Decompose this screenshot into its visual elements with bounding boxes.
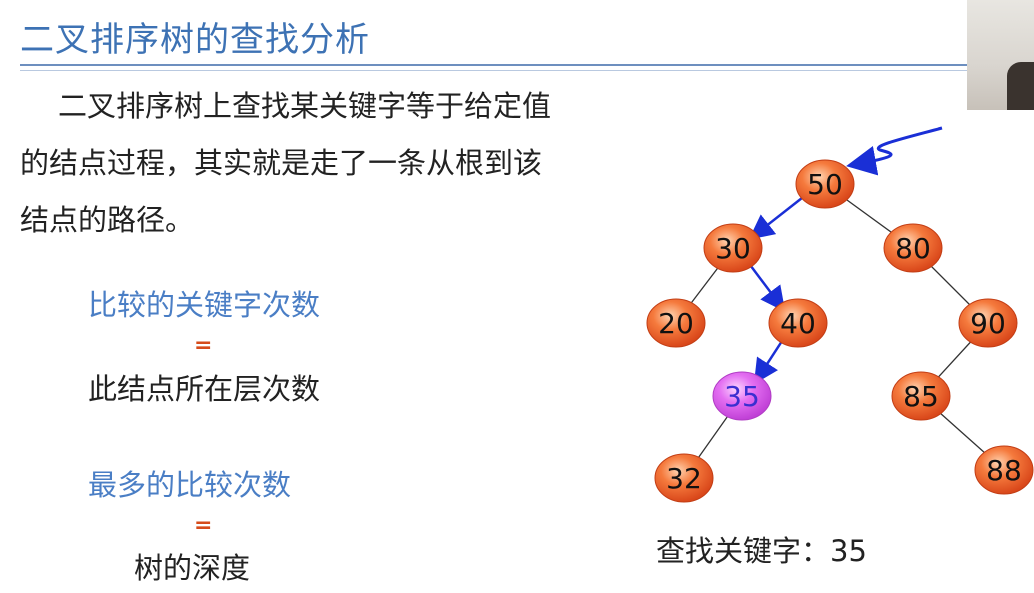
tree-node-30: 30	[703, 223, 763, 273]
tree-node-32: 32	[654, 453, 714, 503]
tree-node-label: 35	[724, 380, 760, 413]
search-start-arrow	[846, 126, 943, 176]
tree-node-88: 88	[974, 445, 1034, 495]
tree-node-40: 40	[768, 298, 828, 348]
tree-node-85: 85	[891, 371, 951, 421]
tree-node-label: 32	[666, 462, 702, 495]
binary-search-tree-diagram: 50 30 80 20 40 90 35 85 32 88	[646, 126, 1034, 503]
tree-node-label: 88	[986, 454, 1022, 487]
tree-node-90: 90	[958, 298, 1018, 348]
tree-node-label: 80	[895, 232, 931, 265]
search-path-arrow-n40-n35	[753, 338, 785, 385]
tree-node-label: 50	[807, 168, 843, 201]
tree-node-label: 85	[903, 380, 939, 413]
tree-node-label: 30	[715, 232, 751, 265]
tree-node-50: 50	[795, 159, 855, 209]
tree-node-label: 40	[780, 307, 816, 340]
tree-node-35: 35	[712, 371, 772, 421]
search-path-arrow-n50-n30	[748, 194, 807, 240]
tree-node-label: 20	[658, 307, 694, 340]
tree-node-80: 80	[883, 223, 943, 273]
search-path-arrow-n30-n40	[747, 262, 786, 312]
tree-node-20: 20	[646, 298, 706, 348]
tree-node-label: 90	[970, 307, 1006, 340]
